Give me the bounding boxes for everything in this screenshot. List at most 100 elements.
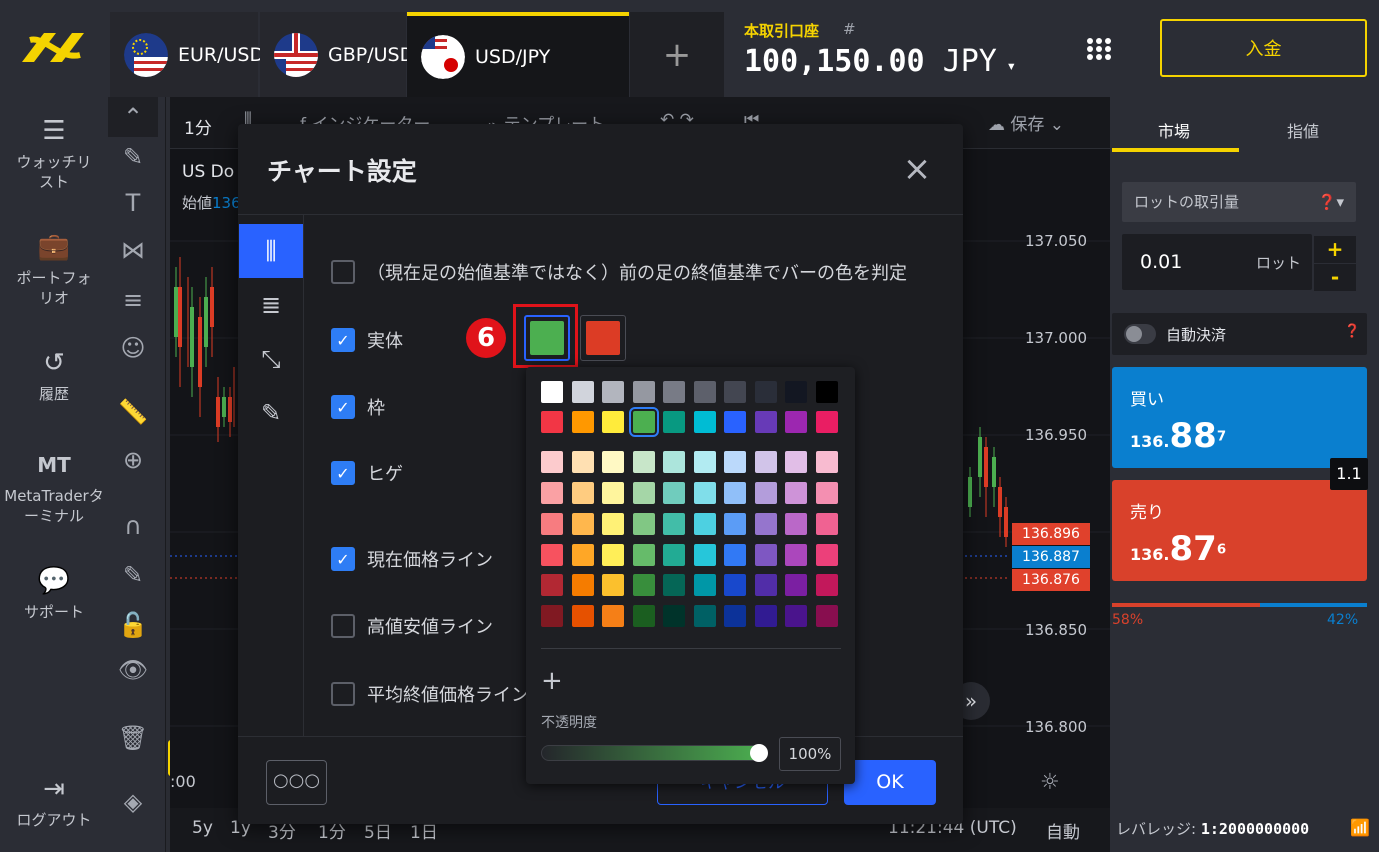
color-swatch[interactable] <box>815 482 838 504</box>
color-swatch[interactable] <box>785 574 807 596</box>
lot-minus-button[interactable]: - <box>1314 264 1356 291</box>
color-swatch[interactable] <box>754 544 777 566</box>
color-swatch[interactable] <box>724 605 746 627</box>
color-swatch[interactable] <box>541 451 563 473</box>
color-swatch[interactable] <box>754 451 777 473</box>
exness-logo[interactable] <box>0 0 108 97</box>
color-swatch[interactable] <box>663 544 685 566</box>
nav-watchlist[interactable]: ☰ ウォッチリスト <box>0 116 108 192</box>
color-swatch[interactable] <box>602 544 624 566</box>
option-high-low-line[interactable]: 高値安値ライン <box>331 613 493 639</box>
account-balance[interactable]: 100,150.00 JPY ▾ <box>744 44 1016 79</box>
collapse-tools-icon[interactable]: ⌃ <box>108 97 158 137</box>
nav-portfolio[interactable]: 💼 ポートフォリオ <box>0 232 108 308</box>
tab-usdjpy[interactable]: USD/JPY <box>407 12 629 97</box>
eye-icon[interactable]: 👁 <box>108 650 158 690</box>
lock-icon[interactable]: 🔓 <box>108 605 158 645</box>
color-swatch[interactable] <box>541 605 563 627</box>
option-border[interactable]: ✓ 枠 <box>331 394 385 420</box>
checkbox[interactable]: ✓ <box>331 547 355 571</box>
save-button[interactable]: ☁ 保存 ⌄ <box>988 110 1064 135</box>
color-swatch[interactable] <box>602 451 624 473</box>
help-icon[interactable]: ❓ <box>1344 324 1360 339</box>
color-swatch[interactable] <box>785 482 807 504</box>
color-swatch[interactable] <box>815 381 838 403</box>
color-swatch[interactable] <box>571 544 594 566</box>
drawings-tab-icon[interactable]: ✎ <box>239 386 303 440</box>
up-color-swatch[interactable] <box>524 315 570 361</box>
ok-button[interactable]: OK <box>844 760 936 805</box>
pattern-icon[interactable]: ⋈ <box>108 230 158 270</box>
color-swatch[interactable] <box>632 544 655 566</box>
option-wick[interactable]: ✓ ヒゲ <box>331 460 403 486</box>
color-swatch[interactable] <box>663 482 685 504</box>
add-tab-button[interactable]: + <box>630 12 724 97</box>
status-line-tab-icon[interactable]: ≣ <box>239 278 303 332</box>
color-swatch[interactable] <box>693 574 716 596</box>
color-swatch[interactable] <box>602 411 624 433</box>
tab-eurusd[interactable]: EUR/USD <box>110 12 264 97</box>
color-swatch[interactable] <box>541 574 563 596</box>
trash-icon[interactable]: 🗑 <box>108 718 158 758</box>
down-color-swatch[interactable] <box>580 315 626 361</box>
color-swatch[interactable] <box>663 451 685 473</box>
color-swatch[interactable] <box>628 407 659 437</box>
color-swatch[interactable] <box>724 411 746 433</box>
color-swatch[interactable] <box>541 513 563 535</box>
color-swatch[interactable] <box>602 605 624 627</box>
color-swatch[interactable] <box>571 513 594 535</box>
color-swatch[interactable] <box>571 411 594 433</box>
lot-value[interactable]: 0.01 <box>1140 251 1182 273</box>
color-swatch[interactable] <box>815 605 838 627</box>
color-swatch[interactable] <box>785 605 807 627</box>
color-swatch[interactable] <box>693 451 716 473</box>
brush-icon[interactable]: ✎ <box>108 137 158 177</box>
color-swatch[interactable] <box>754 513 777 535</box>
color-swatch[interactable] <box>754 605 777 627</box>
interval-selector[interactable]: 1分 <box>184 114 212 139</box>
color-swatch[interactable] <box>663 513 685 535</box>
color-swatch[interactable] <box>693 513 716 535</box>
color-swatch[interactable] <box>571 605 594 627</box>
color-swatch[interactable] <box>602 574 624 596</box>
color-swatch[interactable] <box>663 381 685 403</box>
color-swatch[interactable] <box>693 411 716 433</box>
color-swatch[interactable] <box>632 513 655 535</box>
candles-tab-icon[interactable]: ⫼ <box>239 224 303 278</box>
color-swatch[interactable] <box>754 482 777 504</box>
auto-close-toggle[interactable] <box>1124 324 1156 344</box>
auto-scale[interactable]: 自動 <box>1046 818 1080 843</box>
ruler-icon[interactable]: 📏 <box>108 392 158 432</box>
lot-plus-button[interactable]: + <box>1314 236 1356 263</box>
color-swatch[interactable] <box>785 544 807 566</box>
tab-market[interactable]: 市場 <box>1158 118 1190 142</box>
color-swatch[interactable] <box>815 574 838 596</box>
color-swatch[interactable] <box>663 574 685 596</box>
fib-icon[interactable]: ≡ <box>108 280 158 320</box>
nav-support[interactable]: 💬 サポート <box>0 566 108 622</box>
checkbox[interactable] <box>331 682 355 706</box>
color-swatch[interactable] <box>541 381 563 403</box>
settings-gear-icon[interactable]: ☼ <box>1040 770 1060 795</box>
opacity-slider-thumb[interactable] <box>750 744 768 762</box>
more-button[interactable]: ○○○ <box>266 760 327 805</box>
opacity-slider[interactable] <box>541 745 763 761</box>
color-swatch[interactable] <box>571 574 594 596</box>
color-swatch[interactable] <box>602 482 624 504</box>
option-avg-close-line[interactable]: 平均終値価格ライン <box>331 681 529 707</box>
option-prev-close[interactable]: （現在足の始値基準ではなく）前の足の終値基準でバーの色を判定 <box>331 259 907 285</box>
color-swatch[interactable] <box>571 482 594 504</box>
option-body[interactable]: ✓ 実体 <box>331 327 403 353</box>
color-swatch[interactable] <box>632 482 655 504</box>
color-swatch[interactable] <box>693 544 716 566</box>
nav-metatrader[interactable]: MT MetaTraderターミナル <box>0 450 108 526</box>
tab-limit[interactable]: 指値 <box>1287 118 1319 142</box>
color-swatch[interactable] <box>693 482 716 504</box>
checkbox[interactable] <box>331 260 355 284</box>
nav-logout[interactable]: ⇥ ログアウト <box>0 774 108 830</box>
color-swatch[interactable] <box>632 381 655 403</box>
nav-history[interactable]: ↺ 履歴 <box>0 348 108 404</box>
color-swatch[interactable] <box>663 605 685 627</box>
color-swatch[interactable] <box>785 513 807 535</box>
checkbox[interactable]: ✓ <box>331 461 355 485</box>
